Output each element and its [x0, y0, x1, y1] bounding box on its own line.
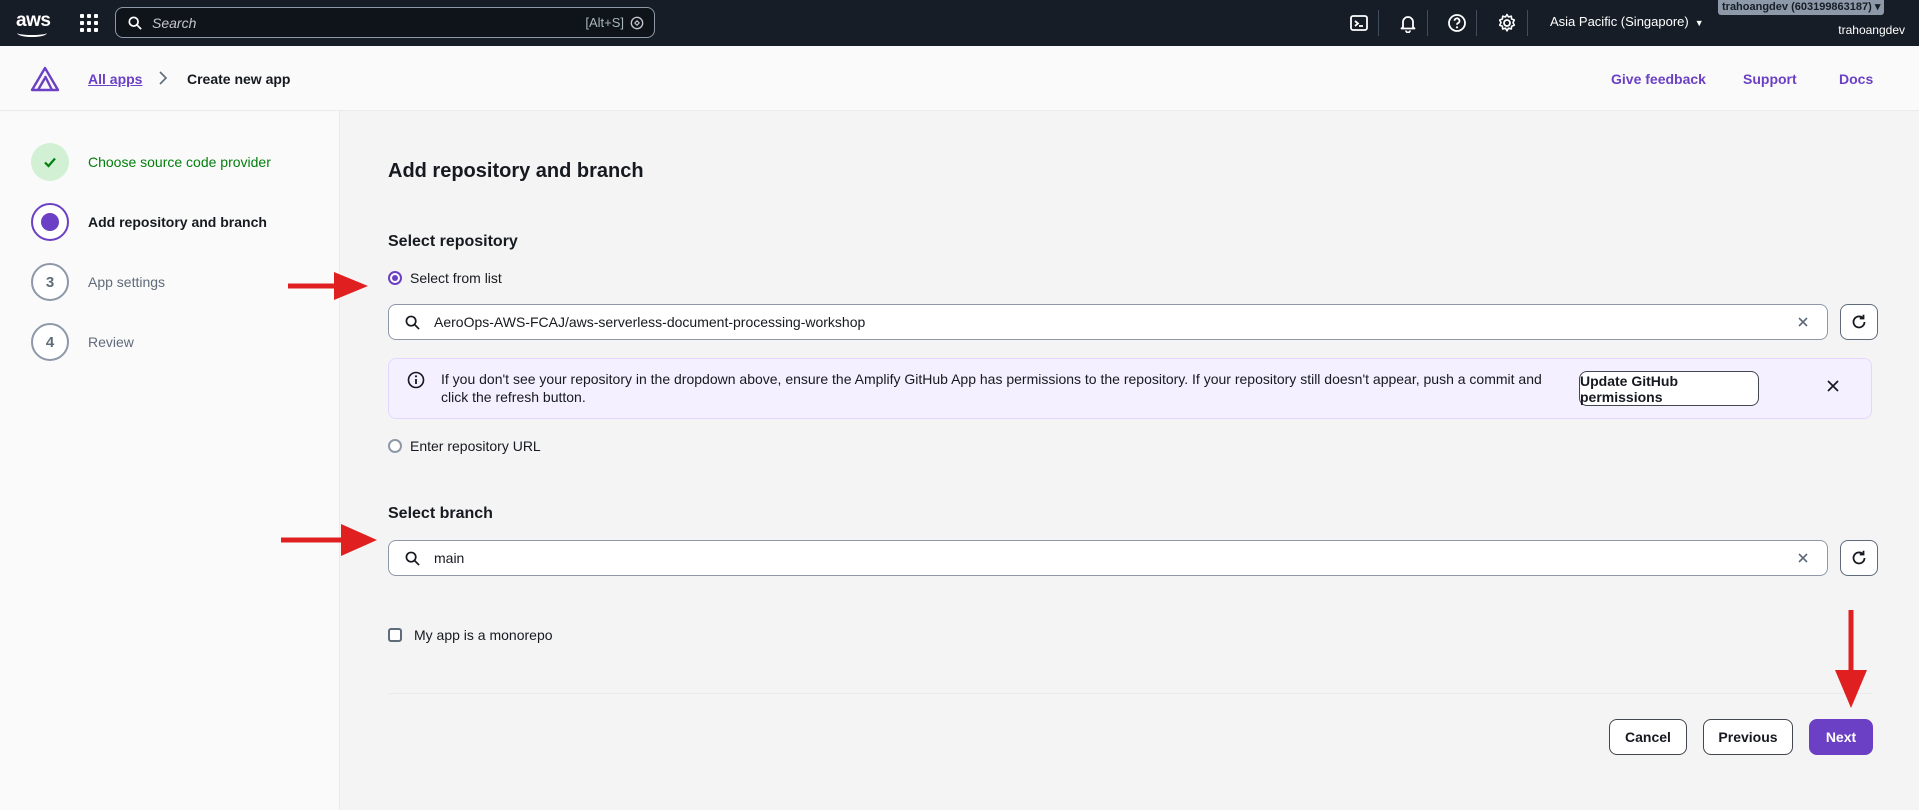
check-icon — [31, 143, 69, 181]
monorepo-checkbox-row[interactable]: My app is a monorepo — [388, 627, 553, 643]
step-label: App settings — [88, 274, 166, 290]
radio-unselected[interactable] — [388, 439, 402, 453]
account-label: trahoangdev (603199863187) — [1722, 1, 1872, 13]
radio-label: Select from list — [410, 270, 502, 286]
cloudshell-icon[interactable] — [1349, 13, 1369, 33]
step-choose-source[interactable]: Choose source code provider — [31, 143, 271, 181]
search-icon — [405, 551, 420, 566]
radio-label: Enter repository URL — [410, 438, 541, 454]
alert-text: If you don't see your repository in the … — [441, 371, 1542, 405]
give-feedback-link[interactable]: Give feedback — [1611, 71, 1706, 87]
radio-select-from-list[interactable]: Select from list — [388, 270, 502, 286]
clear-icon[interactable] — [1797, 316, 1809, 328]
amplify-logo-icon[interactable] — [30, 66, 60, 92]
aws-logo-smile — [17, 29, 47, 37]
global-search[interactable]: [Alt+S] — [115, 7, 655, 38]
aws-logo[interactable]: aws — [16, 10, 51, 37]
app-header: All apps Create new app Give feedback Su… — [0, 46, 1919, 111]
current-step-icon — [31, 203, 69, 241]
cancel-button[interactable]: Cancel — [1609, 719, 1687, 755]
step-number: 3 — [31, 263, 69, 301]
branch-value: main — [434, 550, 465, 566]
select-branch-title: Select branch — [388, 505, 493, 522]
step-label: Add repository and branch — [88, 214, 267, 230]
user-name: trahoangdev — [1838, 23, 1905, 37]
breadcrumb-all-apps[interactable]: All apps — [88, 71, 142, 87]
next-button[interactable]: Next — [1809, 719, 1873, 755]
keyboard-shortcut-icon — [630, 16, 644, 29]
search-input[interactable] — [152, 14, 586, 31]
step-add-repository[interactable]: Add repository and branch — [31, 203, 267, 241]
region-selector[interactable]: Asia Pacific (Singapore) ▼ — [1550, 14, 1704, 29]
step-label: Choose source code provider — [88, 154, 271, 170]
step-review[interactable]: 4 Review — [31, 323, 134, 361]
caret-down-icon: ▼ — [1694, 18, 1704, 28]
annotation-arrow-icon — [281, 524, 377, 556]
refresh-branches-button[interactable] — [1840, 540, 1878, 576]
step-number: 4 — [31, 323, 69, 361]
monorepo-checkbox[interactable] — [388, 628, 402, 642]
annotation-arrow-icon — [288, 272, 368, 300]
repository-select[interactable]: AeroOps-AWS-FCAJ/aws-serverless-document… — [388, 304, 1828, 340]
aws-top-navigation: aws [Alt+S] Asia Pacific (Singapore) ▼ tr… — [0, 0, 1919, 46]
nav-divider — [1427, 10, 1428, 36]
bell-icon[interactable] — [1398, 13, 1418, 33]
divider — [388, 693, 1872, 694]
breadcrumb-current: Create new app — [187, 71, 291, 87]
nav-divider — [1476, 10, 1477, 36]
repository-value: AeroOps-AWS-FCAJ/aws-serverless-document… — [434, 314, 866, 330]
aws-logo-text: aws — [16, 10, 51, 31]
nav-divider — [1527, 10, 1528, 36]
help-icon[interactable] — [1447, 13, 1467, 33]
support-link[interactable]: Support — [1743, 71, 1797, 87]
refresh-repositories-button[interactable] — [1840, 304, 1878, 340]
caret-down-icon: ▾ — [1874, 1, 1881, 13]
region-label: Asia Pacific (Singapore) — [1550, 14, 1689, 29]
nav-divider — [1378, 10, 1379, 36]
select-repository-title: Select repository — [388, 233, 518, 250]
branch-select[interactable]: main — [388, 540, 1828, 576]
checkbox-label: My app is a monorepo — [414, 627, 553, 643]
clear-icon[interactable] — [1797, 552, 1809, 564]
refresh-icon — [1852, 314, 1866, 329]
docs-link[interactable]: Docs — [1839, 71, 1873, 87]
update-github-permissions-button[interactable]: Update GitHub permissions — [1579, 371, 1759, 406]
account-menu[interactable]: trahoangdev (603199863187) ▾ — [1718, 0, 1885, 15]
chevron-right-icon — [159, 71, 168, 85]
annotation-arrow-icon — [1835, 610, 1867, 708]
step-app-settings[interactable]: 3 App settings — [31, 263, 165, 301]
search-icon — [405, 315, 420, 330]
radio-enter-repository-url[interactable]: Enter repository URL — [388, 438, 541, 454]
page-title: Add repository and branch — [388, 160, 644, 182]
info-icon — [407, 371, 425, 389]
gear-icon[interactable] — [1497, 13, 1517, 33]
radio-selected[interactable] — [388, 271, 402, 285]
search-icon — [128, 15, 142, 30]
refresh-icon — [1852, 550, 1866, 565]
close-icon[interactable] — [1826, 379, 1840, 393]
previous-button[interactable]: Previous — [1703, 719, 1793, 755]
search-shortcut: [Alt+S] — [585, 15, 624, 30]
step-label: Review — [88, 334, 134, 350]
github-permissions-alert: If you don't see your repository in the … — [388, 358, 1872, 419]
services-grid-icon[interactable] — [80, 14, 98, 32]
